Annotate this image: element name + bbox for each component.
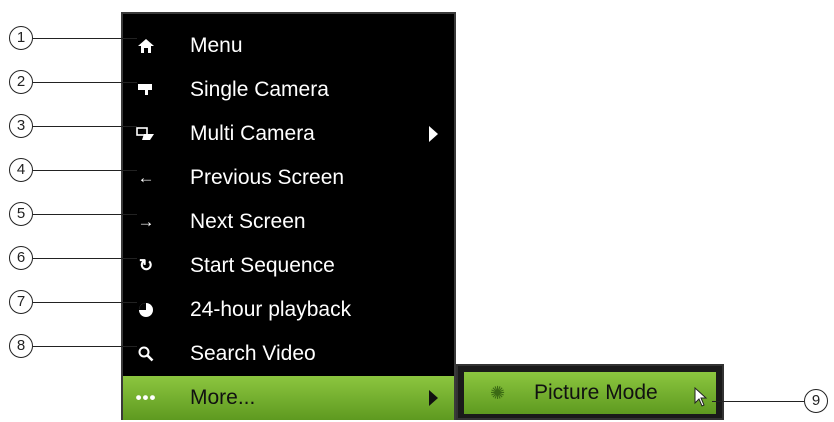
menu-item-24-hour-playback[interactable]: 24-hour playback	[123, 288, 454, 332]
callout-leader	[33, 38, 137, 39]
callout-leader	[33, 258, 137, 259]
callout-7: 7	[9, 290, 33, 314]
menu-item-label: Next Screen	[190, 210, 306, 233]
callout-leader	[33, 346, 137, 347]
menu-item-label: Search Video	[190, 342, 316, 365]
home-icon	[135, 24, 157, 68]
menu-item-menu[interactable]: Menu	[123, 24, 454, 68]
callout-leader	[33, 126, 137, 127]
menu-item-label: Menu	[190, 34, 243, 57]
menu-item-previous-screen[interactable]: ← Previous Screen	[123, 156, 454, 200]
mouse-cursor-icon	[694, 380, 708, 422]
more-icon: •••	[135, 388, 157, 407]
submenu-item-label: Picture Mode	[534, 381, 658, 404]
callout-3: 3	[9, 114, 33, 138]
menu-item-label: Previous Screen	[190, 166, 345, 189]
refresh-icon: ↻	[138, 256, 154, 275]
submenu-arrow-icon	[429, 390, 438, 406]
submenu-item-picture-mode[interactable]: ✺ Picture Mode	[464, 372, 716, 414]
menu-item-label: Multi Camera	[190, 122, 315, 145]
menu-item-multi-camera[interactable]: Multi Camera	[123, 112, 454, 156]
search-icon	[135, 332, 157, 376]
callout-9: 9	[804, 389, 828, 413]
menu-item-label: 24-hour playback	[190, 298, 352, 321]
menu-item-next-screen[interactable]: → Next Screen	[123, 200, 454, 244]
picture-mode-icon: ✺	[490, 383, 506, 403]
camera-icon	[135, 68, 157, 112]
callout-6: 6	[9, 246, 33, 270]
menu-item-single-camera[interactable]: Single Camera	[123, 68, 454, 112]
arrow-left-icon: ←	[137, 168, 155, 187]
multi-camera-icon	[135, 112, 157, 156]
callout-leader	[33, 170, 137, 171]
context-menu: Menu Single Camera Multi Camera ← Previo…	[121, 12, 456, 420]
callout-8: 8	[9, 334, 33, 358]
playback-icon	[135, 288, 157, 332]
menu-item-start-sequence[interactable]: ↻ Start Sequence	[123, 244, 454, 288]
more-submenu: ✺ Picture Mode	[456, 364, 724, 420]
callout-2: 2	[9, 70, 33, 94]
callout-4: 4	[9, 158, 33, 182]
menu-item-label: Start Sequence	[190, 254, 335, 277]
menu-item-more[interactable]: ••• More...	[123, 376, 454, 420]
menu-item-search-video[interactable]: Search Video	[123, 332, 454, 376]
menu-item-label: Single Camera	[190, 78, 329, 101]
submenu-arrow-icon	[429, 126, 438, 142]
menu-item-label: More...	[190, 386, 256, 409]
callout-leader	[33, 214, 137, 215]
callout-5: 5	[9, 202, 33, 226]
callout-leader	[712, 401, 804, 402]
callout-1: 1	[9, 26, 33, 50]
callout-leader	[33, 82, 137, 83]
arrow-right-icon: →	[137, 212, 155, 231]
callout-leader	[33, 302, 137, 303]
